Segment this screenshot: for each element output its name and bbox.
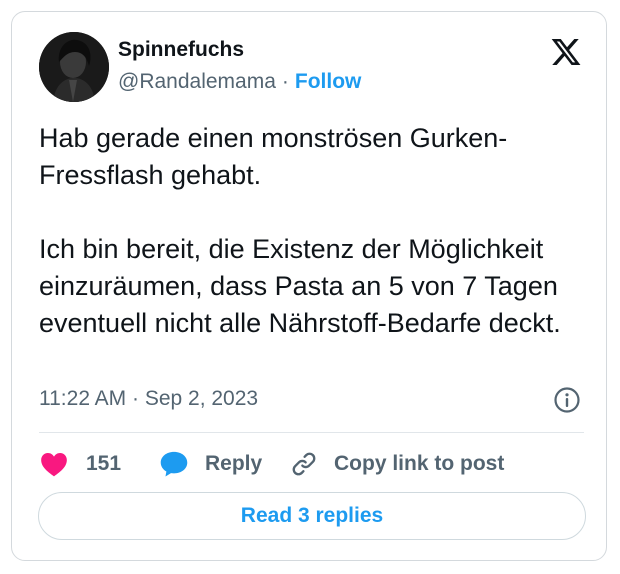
separator-dot: · bbox=[281, 70, 289, 93]
read-replies-button[interactable]: Read 3 replies bbox=[38, 492, 586, 540]
like-count: 151 bbox=[86, 452, 122, 475]
display-name[interactable]: Spinnefuchs bbox=[118, 38, 244, 62]
tweet-paragraph: Ich bin bereit, die Existenz der Möglich… bbox=[39, 234, 561, 338]
speech-bubble-icon bbox=[160, 451, 188, 477]
tweet-timestamp[interactable]: 11:22 AM · Sep 2, 2023 bbox=[39, 387, 258, 411]
heart-icon bbox=[41, 453, 67, 477]
x-logo-icon[interactable] bbox=[549, 36, 583, 68]
handle-row: @Randalemama · Follow bbox=[118, 70, 361, 94]
copy-link-label: Copy link to post bbox=[334, 452, 505, 475]
copy-link-button[interactable]: Copy link to post bbox=[290, 446, 504, 482]
tweet-text: Hab gerade einen monströsen Gurken-Fress… bbox=[39, 120, 584, 342]
tweet-paragraph: Hab gerade einen monströsen Gurken-Fress… bbox=[39, 123, 508, 190]
divider bbox=[39, 432, 584, 433]
info-icon[interactable] bbox=[553, 386, 581, 414]
like-button[interactable]: 151 bbox=[40, 446, 121, 482]
reply-label: Reply bbox=[205, 452, 263, 475]
tweet-card: Spinnefuchs @Randalemama · Follow Hab gera… bbox=[11, 11, 607, 561]
avatar-image bbox=[39, 32, 109, 102]
avatar[interactable] bbox=[39, 32, 109, 102]
user-handle[interactable]: @Randalemama bbox=[118, 70, 276, 93]
reply-button[interactable]: Reply bbox=[159, 446, 262, 482]
link-icon bbox=[292, 452, 316, 476]
follow-button[interactable]: Follow bbox=[295, 70, 362, 93]
